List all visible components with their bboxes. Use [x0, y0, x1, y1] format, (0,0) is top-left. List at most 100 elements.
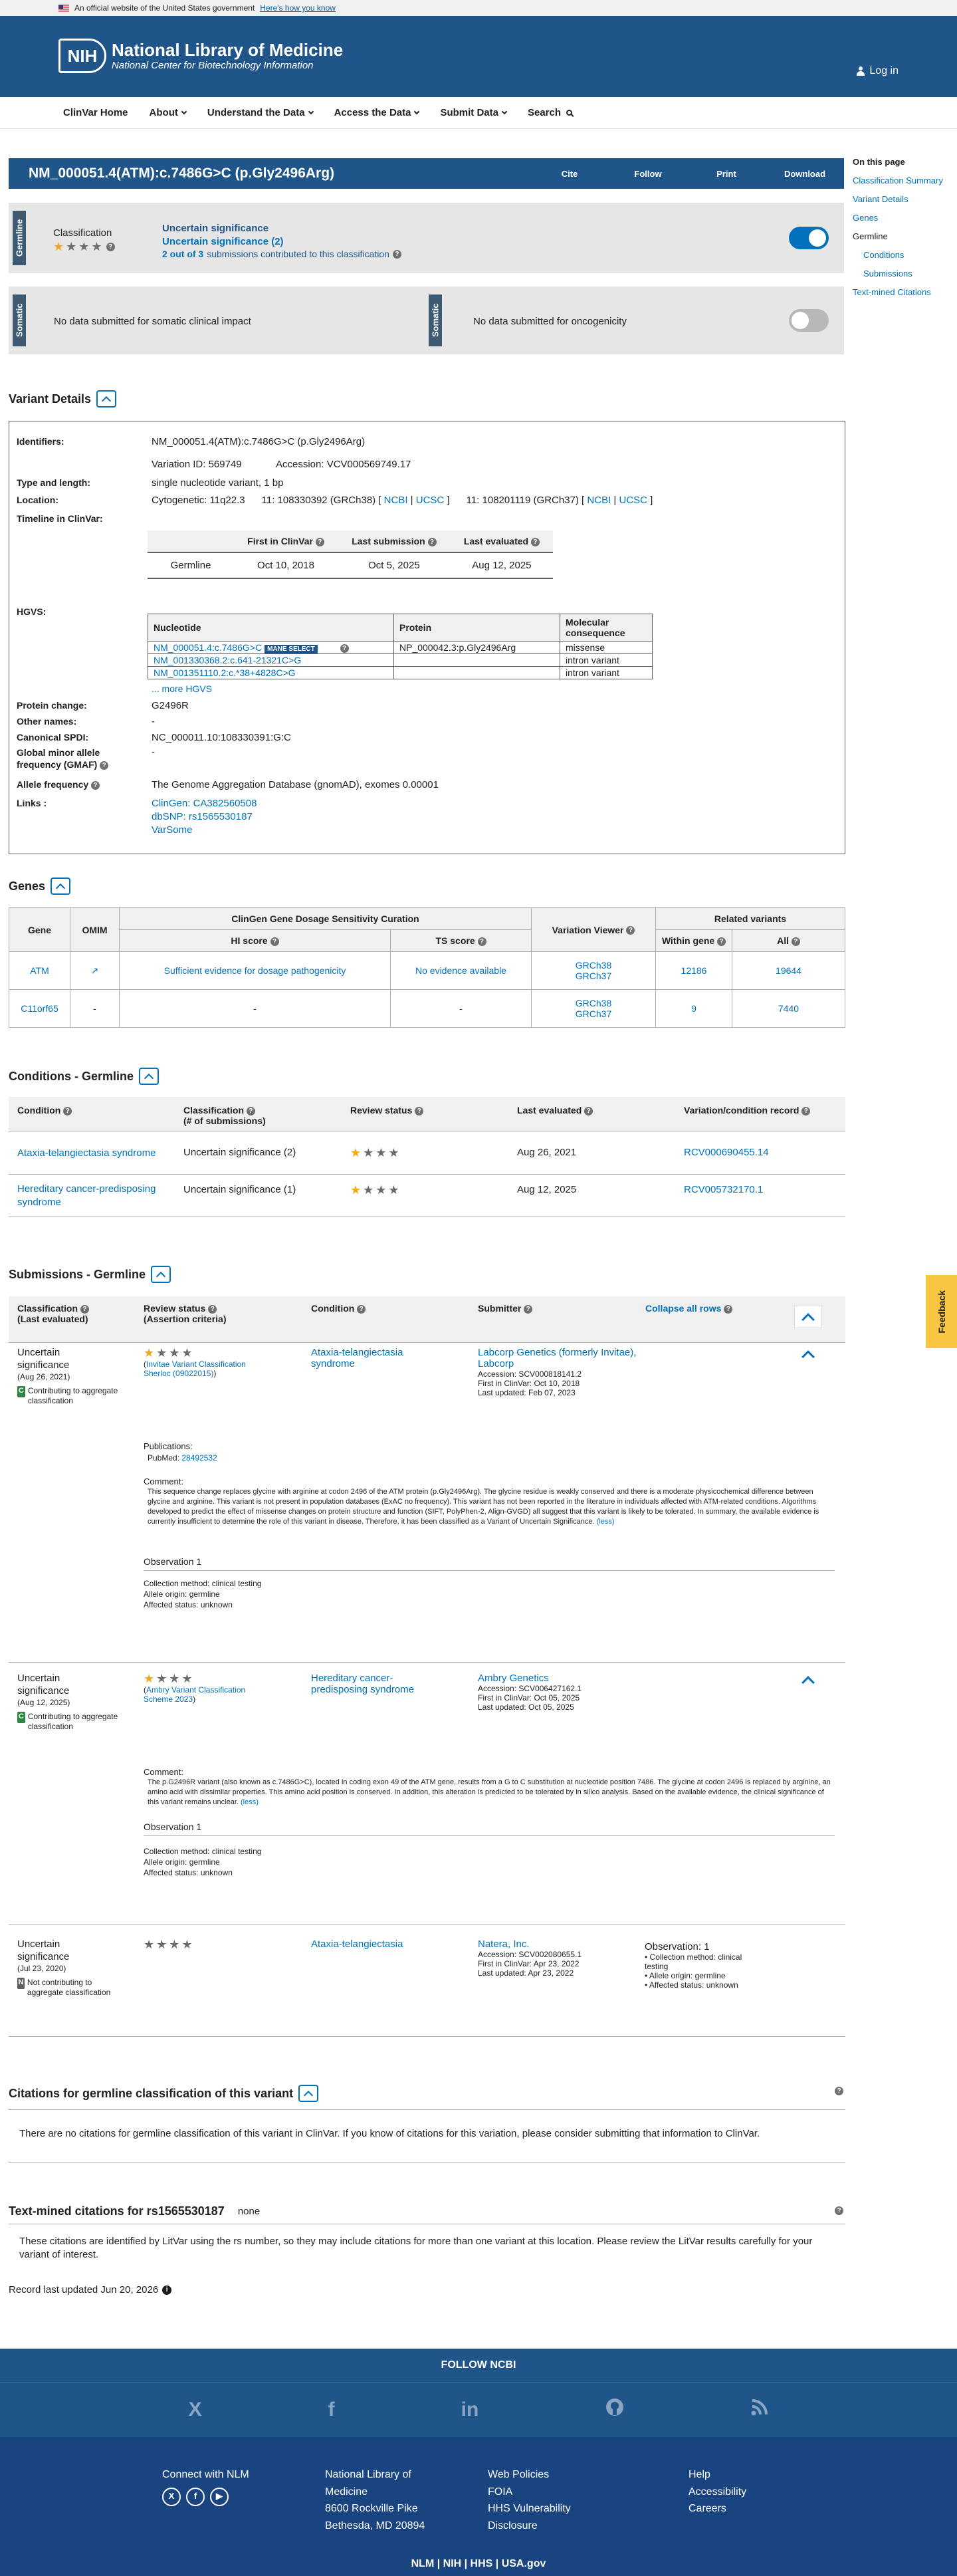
- help-icon[interactable]: ?: [530, 537, 540, 546]
- hhs-vulnerability-link[interactable]: HHS Vulnerability: [488, 2500, 571, 2517]
- info-icon[interactable]: i: [162, 2285, 172, 2295]
- dbsnp-link[interactable]: dbSNP: rs1565530187: [152, 811, 253, 822]
- collapse-button[interactable]: [151, 1266, 171, 1283]
- rcv-link[interactable]: RCV000690455.14: [684, 1147, 769, 1158]
- submitter-link[interactable]: Labcorp Genetics (formerly Invitae), Lab…: [478, 1347, 637, 1369]
- collapse-button[interactable]: [96, 390, 117, 408]
- clingen-link[interactable]: ClinGen: CA382560508: [152, 798, 257, 809]
- help-icon[interactable]: ?: [717, 937, 726, 946]
- facebook-icon[interactable]: f: [186, 2487, 205, 2506]
- hgvs-link[interactable]: NM_000051.4:c.7486G>C: [154, 642, 262, 653]
- help-icon[interactable]: ?: [63, 1106, 72, 1115]
- otp-conditions[interactable]: Conditions: [853, 250, 957, 260]
- submitter-link[interactable]: Ambry Genetics: [478, 1673, 637, 1684]
- nav-access-data[interactable]: Access the Data: [334, 107, 420, 118]
- help-icon[interactable]: ?: [801, 1106, 811, 1115]
- help-icon[interactable]: ?: [270, 937, 279, 946]
- help-icon[interactable]: ?: [415, 1106, 424, 1115]
- help-icon[interactable]: ?: [80, 1304, 89, 1314]
- cite-button[interactable]: Cite: [530, 169, 609, 179]
- help-icon[interactable]: ?: [724, 1304, 733, 1314]
- sub3-condition-link[interactable]: Ataxia-telangiectasia: [311, 1938, 444, 1950]
- rss-icon[interactable]: [751, 2399, 768, 2421]
- disclosure-link[interactable]: Disclosure: [488, 2517, 571, 2535]
- grch38-link[interactable]: GRCh38: [537, 960, 650, 971]
- ts-score-link[interactable]: No evidence available: [390, 951, 532, 990]
- help-icon[interactable]: ?: [315, 537, 324, 546]
- help-icon[interactable]: ?: [427, 537, 437, 546]
- rcv-link[interactable]: RCV005732170.1: [684, 1184, 763, 1195]
- ucsc-link[interactable]: UCSC: [416, 495, 445, 506]
- all-variants-link[interactable]: 19644: [732, 951, 845, 990]
- nav-about[interactable]: About: [150, 107, 187, 118]
- ncbi-link-37[interactable]: NCBI: [587, 495, 611, 506]
- less-link[interactable]: (less): [597, 1518, 615, 1526]
- within-gene-link[interactable]: 12186: [655, 951, 732, 990]
- collapse-button[interactable]: [298, 2085, 319, 2102]
- youtube-icon[interactable]: ▶: [210, 2487, 229, 2506]
- otp-genes[interactable]: Genes: [853, 213, 957, 223]
- criteria-link[interactable]: Invitae Variant Classification Sherloc (…: [144, 1359, 246, 1378]
- criteria-link[interactable]: Ambry Variant Classification Scheme 2023: [144, 1685, 245, 1704]
- help-icon[interactable]: ?: [208, 1304, 217, 1314]
- condition-link[interactable]: Hereditary cancer-predisposing syndrome: [17, 1183, 157, 1209]
- gene-link[interactable]: ATM: [9, 951, 70, 990]
- condition-link[interactable]: Ataxia-telangiectasia syndrome: [17, 1147, 157, 1160]
- help-icon[interactable]: ?: [584, 1106, 593, 1115]
- otp-submissions[interactable]: Submissions: [853, 269, 957, 279]
- address-line[interactable]: National Library of: [325, 2466, 425, 2484]
- oncogenicity-toggle[interactable]: [789, 309, 829, 332]
- print-button[interactable]: Print: [687, 169, 766, 179]
- less-link[interactable]: (less): [241, 1798, 259, 1806]
- hgvs-link[interactable]: NM_001330368.2:c.641-21321C>G: [154, 655, 301, 665]
- otp-text-mined[interactable]: Text-mined Citations: [853, 287, 957, 297]
- download-button[interactable]: Download: [766, 169, 844, 179]
- x-twitter-icon[interactable]: X: [189, 2399, 202, 2421]
- grch37-link[interactable]: GRCh37: [537, 1008, 650, 1019]
- submitter-link[interactable]: Natera, Inc.: [478, 1938, 637, 1950]
- grch38-link[interactable]: GRCh38: [537, 998, 650, 1008]
- x-twitter-icon[interactable]: X: [162, 2487, 181, 2506]
- classification-count-link[interactable]: Uncertain significance (2): [162, 235, 284, 249]
- help-icon[interactable]: ?: [835, 2087, 843, 2095]
- help-icon[interactable]: ?: [106, 242, 115, 251]
- help-icon[interactable]: ?: [524, 1304, 533, 1314]
- follow-button[interactable]: Follow: [609, 169, 687, 179]
- all-variants-link[interactable]: 7440: [732, 989, 845, 1028]
- ucsc-link-37[interactable]: UCSC: [619, 495, 647, 506]
- login-button[interactable]: Log in: [856, 65, 899, 77]
- help-icon[interactable]: ?: [340, 644, 349, 653]
- within-gene-link[interactable]: 9: [655, 989, 732, 1028]
- collapse-button[interactable]: [51, 878, 71, 895]
- more-hgvs-link[interactable]: ... more HGVS: [152, 683, 212, 694]
- nlm-logo[interactable]: NIH National Library of Medicine Nationa…: [58, 39, 343, 73]
- grch37-link[interactable]: GRCh37: [537, 971, 650, 981]
- nav-search[interactable]: Search: [528, 107, 573, 118]
- hi-score-link[interactable]: Sufficient evidence for dosage pathogeni…: [119, 951, 391, 990]
- footer-bottom-links[interactable]: NLM | NIH | HHS | USA.gov: [0, 2558, 957, 2570]
- help-icon[interactable]: ?: [791, 937, 800, 946]
- collapse-row-chevron-up-icon[interactable]: [801, 1350, 815, 1363]
- nav-clinvar-home[interactable]: ClinVar Home: [63, 107, 128, 118]
- collapse-row-chevron-up-icon[interactable]: [801, 1676, 815, 1689]
- help-link[interactable]: Help: [689, 2466, 746, 2484]
- sub2-condition-link[interactable]: Hereditary cancer-predisposing syndrome: [311, 1673, 444, 1695]
- germline-toggle[interactable]: [789, 227, 829, 249]
- web-policies-link[interactable]: Web Policies: [488, 2466, 571, 2484]
- help-icon[interactable]: ?: [392, 249, 401, 259]
- help-icon[interactable]: ?: [835, 2206, 843, 2215]
- pubmed-link[interactable]: 28492532: [181, 1453, 217, 1463]
- external-link-icon[interactable]: ↗: [70, 951, 120, 990]
- nav-understand-data[interactable]: Understand the Data: [207, 107, 314, 118]
- sub1-condition-link[interactable]: Ataxia-telangiectasia syndrome: [311, 1347, 444, 1369]
- address-line[interactable]: Medicine: [325, 2484, 425, 2501]
- nav-submit-data[interactable]: Submit Data: [440, 107, 508, 118]
- linkedin-icon[interactable]: in: [461, 2399, 479, 2421]
- varsome-link[interactable]: VarSome: [152, 824, 192, 836]
- hgvs-link[interactable]: NM_001351110.2:c.*38+4828C>G: [154, 667, 296, 678]
- heres-how-link[interactable]: Here's how you know: [260, 3, 336, 13]
- facebook-icon[interactable]: f: [328, 2399, 335, 2421]
- careers-link[interactable]: Careers: [689, 2500, 746, 2517]
- submissions-count-link[interactable]: 2 out of 3: [162, 249, 203, 259]
- gene-link[interactable]: C11orf65: [9, 989, 70, 1028]
